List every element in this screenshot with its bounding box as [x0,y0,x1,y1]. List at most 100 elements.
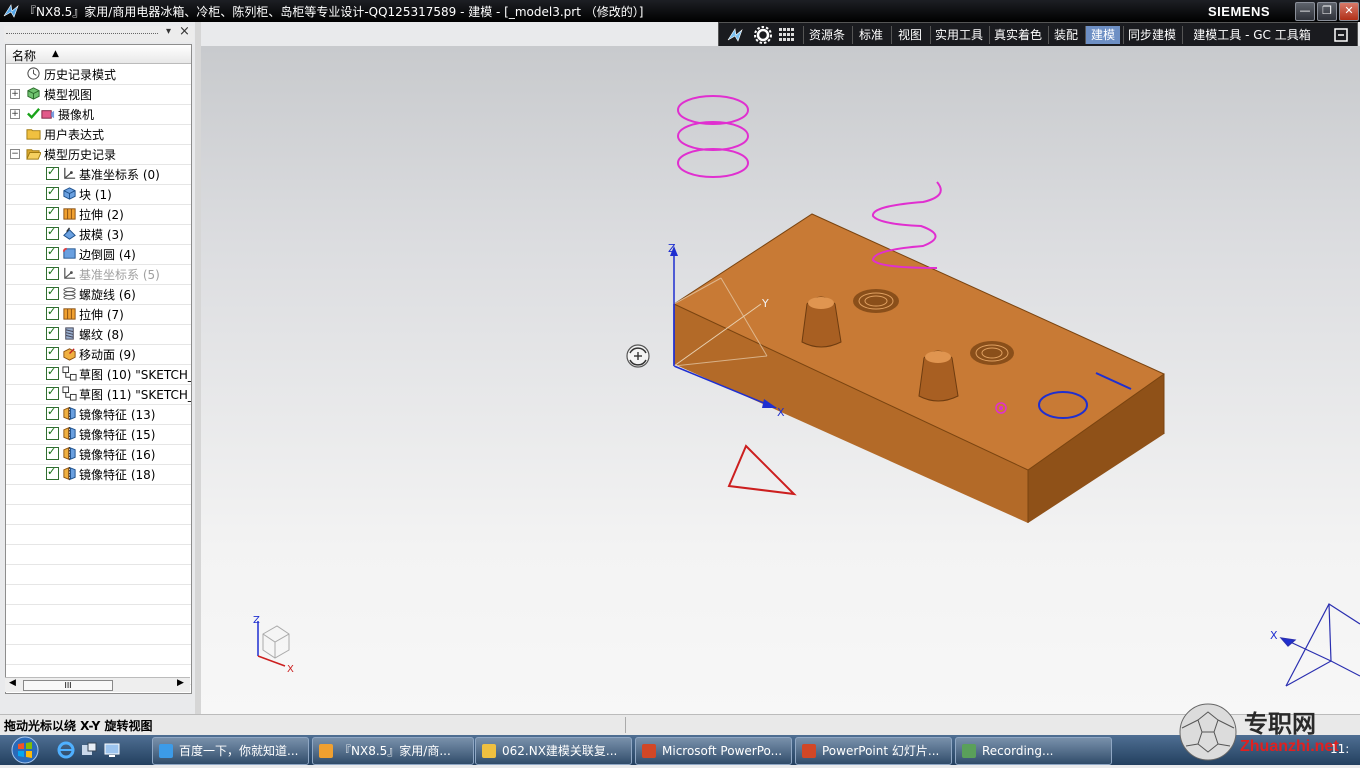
task-nx[interactable]: 『NX8.5』家用/商... [312,737,474,765]
tab-assemblies[interactable]: 装配 [1048,26,1083,44]
axis-label-x: X [777,406,785,419]
feature-row[interactable]: 边倒圆 (4) [6,244,191,265]
feature-checkbox[interactable] [46,425,59,440]
tab-modeling[interactable]: 建模 [1085,26,1120,44]
node-model-history[interactable]: − 模型历史记录 [6,144,191,165]
node-user-expressions[interactable]: 用户表达式 [6,124,191,145]
task-slideshow[interactable]: PowerPoint 幻灯片... [795,737,952,765]
grid-icon[interactable] [777,25,797,45]
feature-checkbox[interactable] [46,365,59,380]
feature-checkbox[interactable] [46,385,59,400]
feature-label: 基准坐标系 (5) [79,268,160,282]
feature-row[interactable]: 镜像特征 (16) [6,444,191,465]
tab-synchronous-modeling[interactable]: 同步建模 [1123,26,1180,44]
role-icon[interactable] [725,25,745,45]
feature-row[interactable]: 拉伸 (7) [6,304,191,325]
tapered-boss[interactable] [801,296,842,348]
mirror-feature-icon [63,446,76,461]
feature-row[interactable]: 拉伸 (2) [6,204,191,225]
feature-row[interactable]: 基准坐标系 (5) [6,264,191,285]
tab-true-shading[interactable]: 真实着色 [989,26,1046,44]
scroll-left-icon[interactable]: ◀ [9,678,16,688]
navigator-column-header[interactable]: 名称 ▲ [6,45,191,64]
graphics-window[interactable]: Z Y X Z X X [201,46,1360,714]
collapse-toggle[interactable]: − [10,149,20,159]
feature-row[interactable]: 镜像特征 (13) [6,404,191,425]
feature-checkbox[interactable] [46,325,59,340]
navigator-pin-icon[interactable]: ▾ [166,26,171,37]
navigator-close-icon[interactable]: × [179,24,190,39]
feature-checkbox[interactable] [46,285,59,300]
empty-row [6,524,191,545]
task-recording[interactable]: Recording... [955,737,1112,765]
gear-icon[interactable] [753,25,773,45]
mirror-feature-icon [63,426,76,441]
node-history-mode[interactable]: 历史记录模式 [6,64,191,85]
feature-checkbox[interactable] [46,465,59,480]
scroll-right-icon[interactable]: ▶ [177,678,184,688]
node-cameras[interactable]: + 摄像机 [6,104,191,125]
feature-checkbox[interactable] [46,185,59,200]
feature-row[interactable]: 镜像特征 (18) [6,464,191,485]
expand-toggle[interactable]: + [10,89,20,99]
feature-label: 草图 (11) "SKETCH_ [79,388,192,402]
restore-button[interactable]: ❐ [1317,2,1337,21]
close-button[interactable]: ✕ [1339,2,1359,21]
feature-label: 镜像特征 (15) [79,428,156,442]
feature-label: 拔模 (3) [79,228,124,242]
minimize-button[interactable]: — [1295,2,1315,21]
threaded-hole[interactable] [853,289,899,313]
desktop-icon[interactable] [103,741,121,759]
watermark-logo: 专职网 Zhuanzhi.net [1178,700,1360,765]
feature-row[interactable]: 草图 (11) "SKETCH_ [6,384,191,405]
media-icon[interactable] [80,741,98,759]
feature-checkbox[interactable] [46,225,59,240]
expand-toggle[interactable]: + [10,109,20,119]
feature-checkbox[interactable] [46,165,59,180]
scroll-thumb[interactable]: III [23,680,113,691]
ie-icon[interactable] [57,741,75,759]
feature-row[interactable]: 块 (1) [6,184,191,205]
empty-row [6,544,191,565]
navigator-grip[interactable] [6,33,158,34]
tapered-boss[interactable] [918,350,959,402]
feature-row[interactable]: 移动面 (9) [6,344,191,365]
feature-checkbox[interactable] [46,265,59,280]
model-view-icon [27,87,40,100]
feature-checkbox[interactable] [46,445,59,460]
feature-checkbox[interactable] [46,305,59,320]
navigator-header: ▾ × [4,24,194,42]
clock-icon [27,67,40,80]
feature-checkbox[interactable] [46,405,59,420]
tab-gc-toolkit[interactable]: 建模工具 - GC 工具箱 [1182,26,1321,44]
windows-start-icon[interactable] [6,736,44,764]
navigator-hscrollbar[interactable]: ◀ III ▶ [5,677,190,692]
feature-row[interactable]: 草图 (10) "SKETCH_ [6,364,191,385]
sketch-triangle[interactable] [727,444,797,496]
recorder-icon [962,744,976,758]
model-canvas[interactable]: Z Y X Z X X [201,46,1360,714]
mirror-feature-icon [63,466,76,481]
tab-standard[interactable]: 标准 [852,26,889,44]
feature-row[interactable]: 螺旋线 (6) [6,284,191,305]
feature-row[interactable]: 基准坐标系 (0) [6,164,191,185]
tab-resource-bar[interactable]: 资源条 [803,26,850,44]
task-baidu[interactable]: 百度一下，你就知道... [152,737,309,765]
feature-row[interactable]: 镜像特征 (15) [6,424,191,445]
task-folder[interactable]: 062.NX建模关联复... [475,737,632,765]
feature-checkbox[interactable] [46,245,59,260]
toolbar-options-icon[interactable] [1331,25,1351,45]
feature-row[interactable]: 螺纹 (8) [6,324,191,345]
feature-row[interactable]: 拔模 (3) [6,224,191,245]
threaded-hole[interactable] [970,341,1014,365]
tab-utilities[interactable]: 实用工具 [930,26,987,44]
sketch-icon [62,366,77,381]
node-model-views[interactable]: + 模型视图 [6,84,191,105]
feature-label: 边倒圆 (4) [79,248,136,262]
tab-view[interactable]: 视图 [891,26,928,44]
feature-checkbox[interactable] [46,345,59,360]
task-powerpoint[interactable]: Microsoft PowerPo... [635,737,792,765]
feature-checkbox[interactable] [46,205,59,220]
block-icon [63,187,76,200]
helix-curve[interactable] [677,95,749,178]
